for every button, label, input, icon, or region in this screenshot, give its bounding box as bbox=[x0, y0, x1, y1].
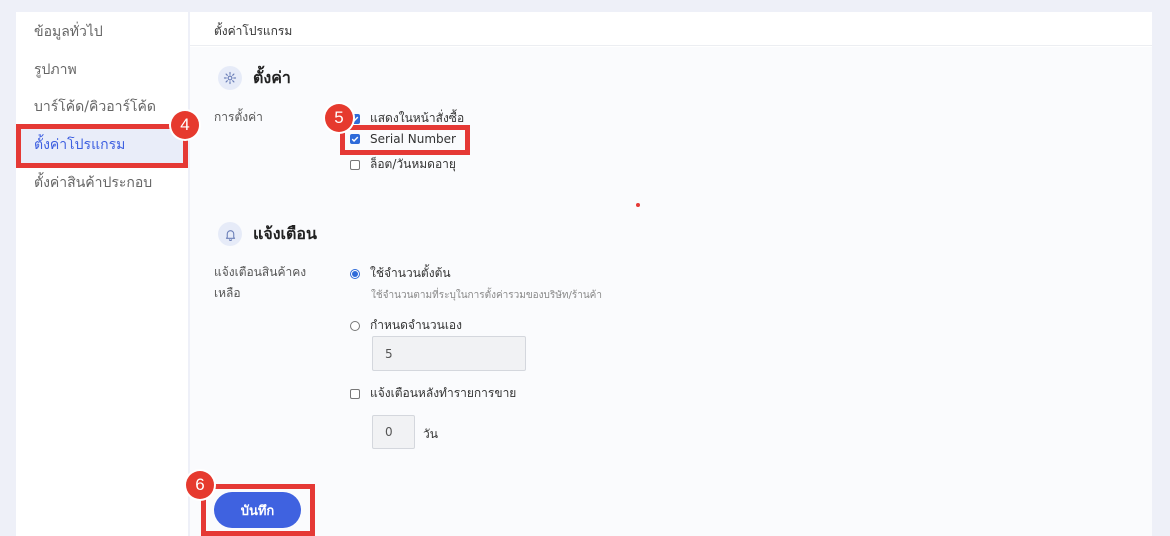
custom-quantity-input[interactable]: 5 bbox=[372, 336, 526, 371]
radio-label: ใช้จำนวนตั้งต้น bbox=[370, 266, 451, 280]
option-label: แสดงในหน้าสั่งซื้อ bbox=[370, 111, 465, 125]
sidebar-item-label: รูปภาพ bbox=[34, 62, 77, 78]
alert-section-title: แจ้งเตือน bbox=[253, 224, 317, 243]
checkbox-serial-number[interactable] bbox=[350, 134, 360, 144]
alert-label-line1: แจ้งเตือนสินค้าคง bbox=[214, 265, 307, 279]
radio-custom[interactable] bbox=[350, 320, 360, 331]
days-value: 0 bbox=[385, 425, 393, 439]
sidebar-item-images[interactable]: รูปภาพ bbox=[16, 52, 188, 88]
days-input[interactable]: 0 bbox=[372, 415, 415, 449]
panel-title: ตั้งค่าโปรแกรม bbox=[214, 24, 293, 38]
gear-icon bbox=[218, 66, 242, 90]
sidebar-item-label: ข้อมูลทั่วไป bbox=[34, 24, 103, 40]
option-label: แจ้งเตือนหลังทำรายการขาย bbox=[370, 386, 517, 400]
step-badge-4: 4 bbox=[171, 111, 199, 139]
radio-default[interactable] bbox=[350, 268, 360, 279]
main-panel: ตั้งค่าโปรแกรม bbox=[190, 12, 1152, 536]
radio-label: กำหนดจำนวนเอง bbox=[370, 318, 462, 332]
sidebar-item-program-settings[interactable]: ตั้งค่าโปรแกรม bbox=[16, 127, 188, 163]
sidebar-item-label: ตั้งค่าโปรแกรม bbox=[34, 137, 126, 153]
option-show-in-order[interactable]: แสดงในหน้าสั่งซื้อ bbox=[350, 109, 464, 128]
settings-section-title: ตั้งค่า bbox=[253, 68, 291, 87]
sidebar-item-barcode[interactable]: บาร์โค้ด/คิวอาร์โค้ด bbox=[16, 89, 188, 125]
cursor-dot bbox=[636, 203, 640, 207]
checkbox-lot-expiry[interactable] bbox=[350, 159, 360, 170]
option-alert-after-sale[interactable]: แจ้งเตือนหลังทำรายการขาย bbox=[350, 384, 516, 403]
step-badge-5: 5 bbox=[325, 104, 353, 132]
sidebar: ข้อมูลทั่วไป รูปภาพ บาร์โค้ด/คิวอาร์โค้ด… bbox=[16, 12, 188, 536]
save-button-label: บันทึก bbox=[240, 503, 275, 519]
days-unit: วัน bbox=[423, 427, 438, 441]
panel-header: ตั้งค่าโปรแกรม bbox=[190, 12, 1152, 46]
alert-label-line2: เหลือ bbox=[214, 286, 241, 300]
settings-label: การตั้งค่า bbox=[214, 110, 263, 124]
option-serial-number[interactable]: Serial Number bbox=[350, 132, 456, 146]
custom-quantity-value: 5 bbox=[385, 346, 393, 361]
sidebar-item-label: บาร์โค้ด/คิวอาร์โค้ด bbox=[34, 99, 156, 115]
option-lot-expiry[interactable]: ล็อต/วันหมดอายุ bbox=[350, 155, 456, 174]
sidebar-item-bundle-settings[interactable]: ตั้งค่าสินค้าประกอบ bbox=[16, 165, 188, 201]
sidebar-item-general[interactable]: ข้อมูลทั่วไป bbox=[16, 14, 188, 50]
radio-default-hint: ใช้จำนวนตามที่ระบุในการตั้งค่ารวมของบริษ… bbox=[371, 290, 602, 301]
bell-icon bbox=[218, 222, 242, 246]
page: ข้อมูลทั่วไป รูปภาพ บาร์โค้ด/คิวอาร์โค้ด… bbox=[0, 0, 1170, 536]
sidebar-item-label: ตั้งค่าสินค้าประกอบ bbox=[34, 175, 153, 191]
radio-custom-quantity[interactable]: กำหนดจำนวนเอง bbox=[350, 316, 462, 335]
step-badge-6: 6 bbox=[186, 471, 214, 499]
checkbox-alert-after-sale[interactable] bbox=[350, 388, 360, 399]
radio-default-quantity[interactable]: ใช้จำนวนตั้งต้น bbox=[350, 264, 451, 283]
save-button[interactable]: บันทึก bbox=[214, 492, 301, 528]
option-label: Serial Number bbox=[370, 132, 456, 146]
option-label: ล็อต/วันหมดอายุ bbox=[370, 157, 456, 171]
